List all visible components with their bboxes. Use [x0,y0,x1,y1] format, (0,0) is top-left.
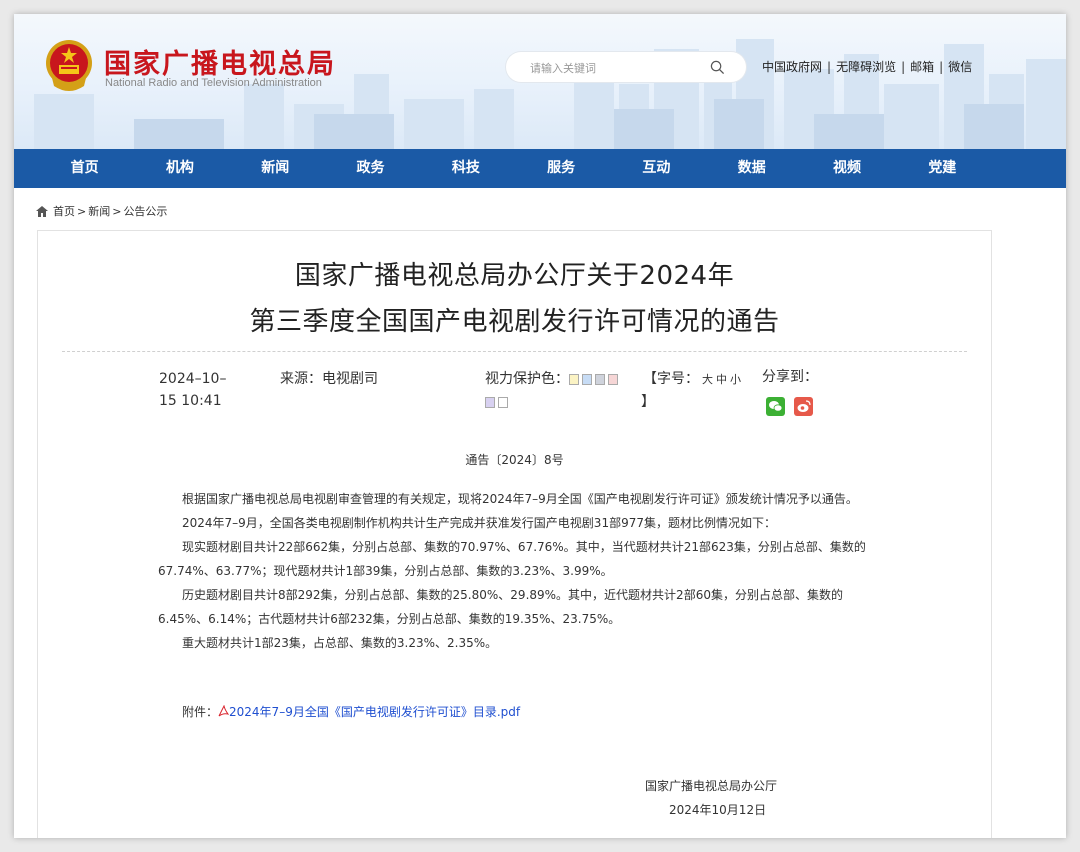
top-links: 中国政府网 | 无障碍浏览 | 邮箱 | 微信 [762,58,972,75]
eye-protection-colors-row2 [485,391,511,413]
link-mailbox[interactable]: 邮箱 [910,60,934,74]
article-source: 来源：电视剧司 [280,371,378,387]
national-emblem-logo [46,40,92,91]
font-size-label: 【字号： [643,371,699,387]
color-swatch-yellow[interactable] [569,373,579,385]
eye-protection-label: 视力保护色： [485,371,569,387]
browser-frame: 国家广播电视总局 National Radio and Television A… [14,14,1066,838]
nav-item-home[interactable]: 首页 [37,149,132,188]
nav-item-data[interactable]: 数据 [704,149,799,188]
site-subtitle: National Radio and Television Administra… [105,77,322,89]
nav-item-government-affairs[interactable]: 政务 [323,149,418,188]
breadcrumb: 首页 > 新闻 > 公告公示 [36,203,167,219]
article-body: 根据国家广播电视总局电视剧审查管理的有关规定，现将2024年7–9月全国《国产电… [158,487,873,655]
color-swatch-purple[interactable] [485,397,495,408]
nav-item-services[interactable]: 服务 [513,149,608,188]
nav-item-technology[interactable]: 科技 [418,149,513,188]
font-size-control: 【字号：大中小 [643,368,741,391]
color-swatch-white[interactable] [498,397,508,408]
breadcrumb-separator: > [112,204,122,218]
paragraph: 2024年7–9月，全国各类电视剧制作机构共计生产完成并获准发行国产电视剧31部… [182,516,776,530]
nav-item-organization[interactable]: 机构 [132,149,227,188]
signature-organization: 国家广播电视总局办公厅 [645,779,778,793]
link-gov-portal[interactable]: 中国政府网 [762,60,822,74]
breadcrumb-announcements[interactable]: 公告公示 [123,203,167,219]
link-wechat[interactable]: 微信 [948,60,972,74]
search-box [506,52,746,82]
main-nav: 首页 机构 新闻 政务 科技 服务 互动 数据 视频 党建 [14,149,1066,188]
paragraph: 重大题材共计1部23集，占总部、集数的3.23%、2.35%。 [182,636,498,650]
breadcrumb-separator: > [77,204,87,218]
wechat-share-icon[interactable] [766,397,785,416]
publish-date-line1: 2024–10– [159,371,227,387]
breadcrumb-news[interactable]: 新闻 [88,203,110,219]
separator: | [827,60,832,74]
nav-item-party[interactable]: 党建 [895,149,990,188]
color-swatch-pink[interactable] [608,373,618,385]
attachment-link[interactable]: 2024年7–9月全国《国产电视剧发行许可证》目录.pdf [229,705,520,719]
attachment-label: 附件： [182,705,219,719]
paragraph: 根据国家广播电视总局电视剧审查管理的有关规定，现将2024年7–9月全国《国产电… [182,492,858,506]
document-number: 通告〔2024〕8号 [465,453,564,467]
site-header: 国家广播电视总局 National Radio and Television A… [14,14,1066,149]
nav-item-video[interactable]: 视频 [799,149,894,188]
title-divider [62,351,967,352]
paragraph: 历史题材剧目共计8部292集，分别占总部、集数的25.80%、29.89%。其中… [158,588,843,626]
color-swatch-gray[interactable] [595,373,605,385]
font-size-close-bracket: 】 [641,394,655,410]
link-accessibility[interactable]: 无障碍浏览 [836,60,896,74]
publish-date-line2: 15 10:41 [159,393,222,409]
font-size-small[interactable]: 小 [730,373,741,386]
publish-date: 2024–10– 15 10:41 [159,368,226,412]
article-title-line1: 国家广播电视总局办公厅关于2024年 [294,261,735,291]
weibo-share-icon[interactable] [794,397,813,416]
nav-item-interaction[interactable]: 互动 [609,149,704,188]
search-icon[interactable] [710,60,725,75]
paragraph: 现实题材剧目共计22部662集，分别占总部、集数的70.97%、67.76%。其… [158,540,866,578]
breadcrumb-home[interactable]: 首页 [53,203,75,219]
separator: | [901,60,906,74]
signature-date: 2024年10月12日 [669,803,767,817]
site-title[interactable]: 国家广播电视总局 [104,42,336,81]
eye-protection-colors: 视力保护色： [485,368,621,390]
home-icon [36,205,48,217]
article-panel: 国家广播电视总局办公厅关于2024年 第三季度全国国产电视剧发行许可情况的通告 … [37,230,992,838]
color-swatch-blue[interactable] [582,373,592,385]
separator: | [939,60,944,74]
search-input[interactable] [528,58,702,78]
share-label: 分享到： [762,369,818,385]
article-title-line2: 第三季度全国国产电视剧发行许可情况的通告 [249,307,780,337]
nav-item-news[interactable]: 新闻 [228,149,323,188]
pdf-icon [218,705,230,717]
attachment: 附件： 2024年7–9月全国《国产电视剧发行许可证》目录.pdf [182,703,520,720]
font-size-medium[interactable]: 中 [716,373,727,386]
font-size-large[interactable]: 大 [702,373,713,386]
